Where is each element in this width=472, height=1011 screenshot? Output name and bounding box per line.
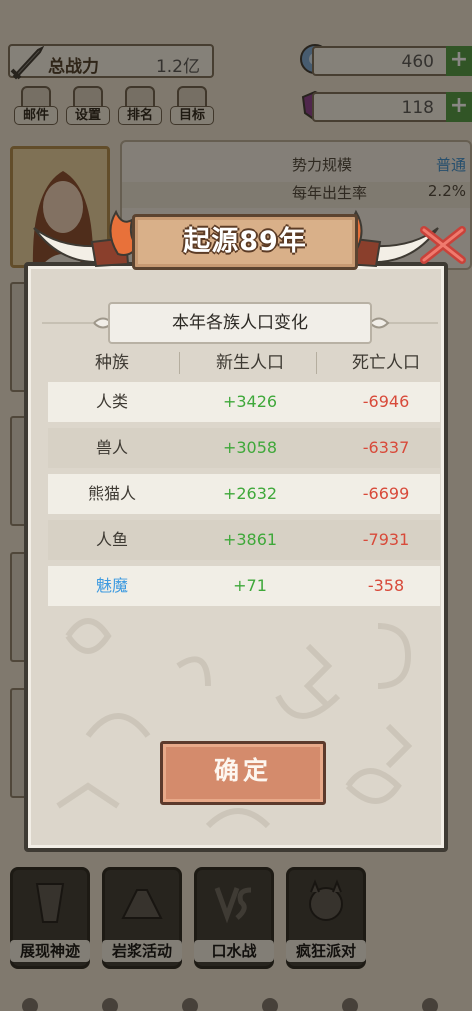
- death-count: -6337: [362, 438, 410, 457]
- confirm-label: 确定: [213, 756, 272, 785]
- table-row: 人鱼 +3861 -7931: [48, 520, 440, 560]
- column-header-race: 种族: [95, 353, 129, 373]
- race-name: 魅魔: [95, 576, 128, 595]
- table-row: 兽人 +3058 -6337: [48, 428, 440, 468]
- death-count: -358: [367, 576, 405, 595]
- race-name: 熊猫人: [87, 484, 136, 503]
- title-plate: 起源89年: [132, 214, 358, 270]
- close-icon[interactable]: [414, 216, 472, 274]
- confirm-button[interactable]: 确定: [160, 741, 326, 805]
- dialog-title: 起源89年: [183, 226, 307, 257]
- death-count: -7931: [362, 530, 410, 549]
- table-header: 种族 新生人口 死亡人口: [48, 344, 432, 382]
- table-row: 熊猫人 +2632 -6699: [48, 474, 440, 514]
- born-count: +2632: [222, 484, 278, 503]
- dialog-title-header: 起源89年: [30, 198, 442, 284]
- dialog-subtitle: 本年各族人口变化: [108, 302, 372, 344]
- race-name: 兽人: [95, 438, 128, 457]
- population-dialog: 本年各族人口变化 种族 新生人口 死亡人口 人类 +3426 -6946 兽人 …: [24, 262, 448, 852]
- race-name: 人鱼: [95, 530, 128, 549]
- table-row: 人类 +3426 -6946: [48, 382, 440, 422]
- born-count: +3426: [222, 392, 278, 411]
- death-count: -6699: [362, 484, 410, 503]
- born-count: +71: [233, 576, 267, 595]
- column-divider: [316, 352, 317, 374]
- column-header-died: 死亡人口: [352, 353, 420, 373]
- born-count: +3058: [222, 438, 278, 457]
- column-header-born: 新生人口: [216, 353, 284, 373]
- race-name: 人类: [95, 392, 128, 411]
- column-divider: [179, 352, 180, 374]
- death-count: -6946: [362, 392, 410, 411]
- table-row: 魅魔 +71 -358: [48, 566, 440, 606]
- born-count: +3861: [222, 530, 278, 549]
